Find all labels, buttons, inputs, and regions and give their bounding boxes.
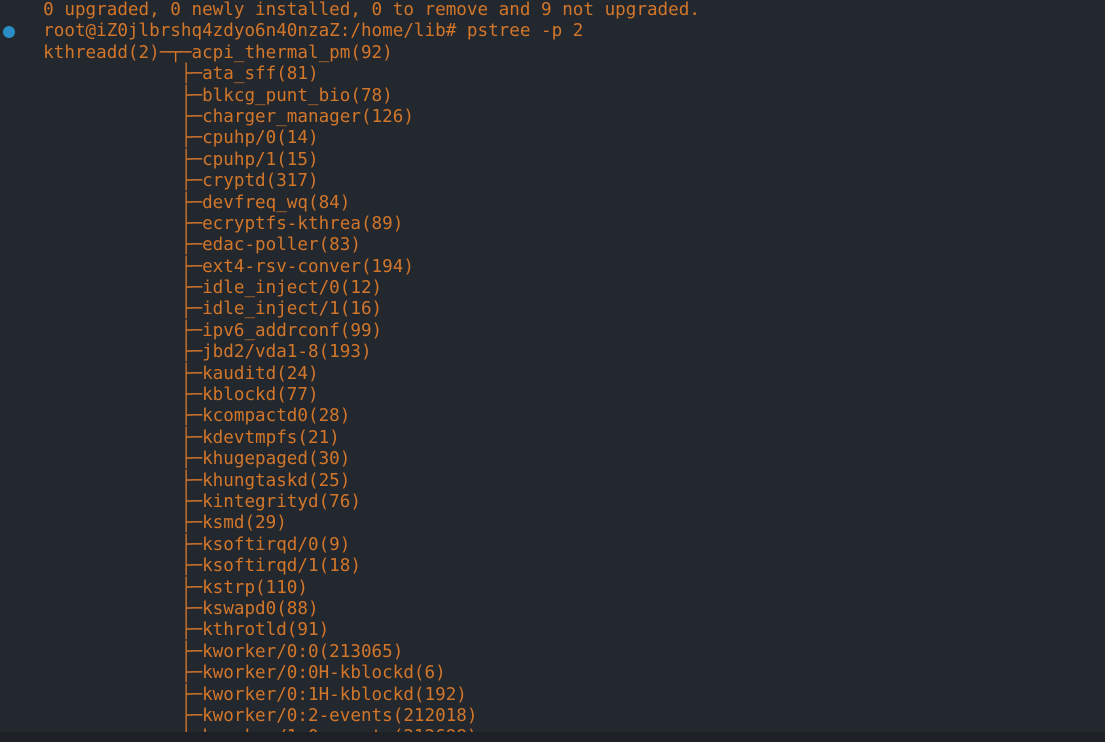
terminal-line-text: ├─ksmd(29)	[22, 513, 287, 534]
terminal-line-text: ├─kintegrityd(76)	[22, 491, 361, 512]
terminal-screen[interactable]: 0 upgraded, 0 newly installed, 0 to remo…	[0, 0, 1105, 742]
terminal-line-text: ├─cpuhp/1(15)	[22, 149, 319, 170]
terminal-window[interactable]: 0 upgraded, 0 newly installed, 0 to remo…	[0, 0, 1105, 742]
terminal-line-text: ├─kdevtmpfs(21)	[22, 427, 340, 448]
terminal-output-line: ├─ipv6_addrconf(99)	[0, 321, 1105, 342]
terminal-output-line: ├─ksmd(29)	[0, 513, 1105, 534]
terminal-line-text: ├─devfreq_wq(84)	[22, 192, 351, 213]
terminal-line-text: ├─kworker/0:1H-kblockd(192)	[22, 684, 467, 705]
terminal-line-text: ├─ksoftirqd/1(18)	[22, 556, 361, 577]
terminal-output-line: ├─kworker/0:2-events(212018)	[0, 706, 1105, 727]
terminal-line-text: ├─charger_manager(126)	[22, 106, 414, 127]
terminal-output-line: ├─kstrp(110)	[0, 578, 1105, 599]
terminal-bottom-strip	[0, 732, 1105, 742]
terminal-output-line: ├─ata_sff(81)	[0, 64, 1105, 85]
blue-dot-icon	[3, 26, 15, 39]
terminal-output-line: ├─kworker/0:0H-kblockd(6)	[0, 663, 1105, 684]
terminal-line-text: ├─ksoftirqd/0(9)	[22, 534, 351, 555]
terminal-line-text: ├─khugepaged(30)	[22, 449, 351, 470]
terminal-output-line: ├─charger_manager(126)	[0, 107, 1105, 128]
terminal-output-line: ├─kdevtmpfs(21)	[0, 428, 1105, 449]
terminal-output-line: ├─ksoftirqd/1(18)	[0, 556, 1105, 577]
terminal-line-text: ├─idle_inject/0(12)	[22, 278, 383, 299]
terminal-output-line: ├─khugepaged(30)	[0, 449, 1105, 470]
terminal-output-line: ├─kthrotld(91)	[0, 620, 1105, 641]
terminal-output-line: ├─devfreq_wq(84)	[0, 193, 1105, 214]
terminal-output-line: ├─kauditd(24)	[0, 364, 1105, 385]
terminal-line-text: ├─kblockd(77)	[22, 385, 319, 406]
terminal-line-text: ├─ipv6_addrconf(99)	[22, 320, 383, 341]
terminal-line-text: ├─edac-poller(83)	[22, 235, 361, 256]
terminal-line-text: ├─cryptd(317)	[22, 171, 319, 192]
terminal-output-line: ├─cpuhp/1(15)	[0, 150, 1105, 171]
terminal-output-line: ├─idle_inject/0(12)	[0, 278, 1105, 299]
terminal-output-line: kthreadd(2)─┬─acpi_thermal_pm(92)	[0, 43, 1105, 64]
terminal-output-line: ├─ksoftirqd/0(9)	[0, 535, 1105, 556]
terminal-line-text: ├─kcompactd0(28)	[22, 406, 351, 427]
terminal-output-line: ├─ext4-rsv-conver(194)	[0, 257, 1105, 278]
terminal-line-text: ├─kthrotld(91)	[22, 620, 330, 641]
terminal-line-text: ├─cpuhp/0(14)	[22, 128, 319, 149]
terminal-line-text: ├─ecryptfs-kthrea(89)	[22, 213, 404, 234]
terminal-prompt-line: root@iZ0jlbrshq4zdyo6n40nzaZ:/home/lib# …	[0, 21, 1105, 42]
terminal-output-line: ├─kcompactd0(28)	[0, 406, 1105, 427]
terminal-line-text: ├─ext4-rsv-conver(194)	[22, 256, 414, 277]
terminal-output-line: ├─cryptd(317)	[0, 171, 1105, 192]
terminal-line-text: ├─jbd2/vda1-8(193)	[22, 342, 372, 363]
terminal-output-line: ├─idle_inject/1(16)	[0, 299, 1105, 320]
terminal-line-text: 0 upgraded, 0 newly installed, 0 to remo…	[22, 0, 700, 20]
terminal-line-text: ├─kswapd0(88)	[22, 598, 319, 619]
terminal-output-line: ├─cpuhp/0(14)	[0, 128, 1105, 149]
terminal-line-text: ├─kworker/0:2-events(212018)	[22, 705, 478, 726]
terminal-output-line: ├─kworker/0:0(213065)	[0, 642, 1105, 663]
terminal-line-text: ├─kstrp(110)	[22, 577, 308, 598]
terminal-output-line: ├─kblockd(77)	[0, 385, 1105, 406]
terminal-output-line: ├─edac-poller(83)	[0, 235, 1105, 256]
terminal-line-text: ├─ata_sff(81)	[22, 64, 319, 85]
terminal-line-text: ├─kworker/0:0H-kblockd(6)	[22, 663, 446, 684]
terminal-line-text: ├─khungtaskd(25)	[22, 470, 351, 491]
terminal-line-text: ├─idle_inject/1(16)	[22, 299, 383, 320]
terminal-line-text: ├─blkcg_punt_bio(78)	[22, 85, 393, 106]
terminal-line-text: root@iZ0jlbrshq4zdyo6n40nzaZ:/home/lib# …	[22, 21, 584, 42]
terminal-output-line: ├─ecryptfs-kthrea(89)	[0, 214, 1105, 235]
terminal-output-line: ├─jbd2/vda1-8(193)	[0, 342, 1105, 363]
terminal-output-line: 0 upgraded, 0 newly installed, 0 to remo…	[0, 0, 1105, 21]
terminal-line-text: ├─kworker/0:0(213065)	[22, 641, 404, 662]
terminal-output-line: ├─kswapd0(88)	[0, 599, 1105, 620]
terminal-line-text: ├─kauditd(24)	[22, 363, 319, 384]
terminal-line-text: kthreadd(2)─┬─acpi_thermal_pm(92)	[22, 42, 393, 63]
terminal-output-line: ├─khungtaskd(25)	[0, 471, 1105, 492]
terminal-output-line: ├─kworker/0:1H-kblockd(192)	[0, 685, 1105, 706]
terminal-output-line: ├─blkcg_punt_bio(78)	[0, 86, 1105, 107]
terminal-output-line: ├─kintegrityd(76)	[0, 492, 1105, 513]
